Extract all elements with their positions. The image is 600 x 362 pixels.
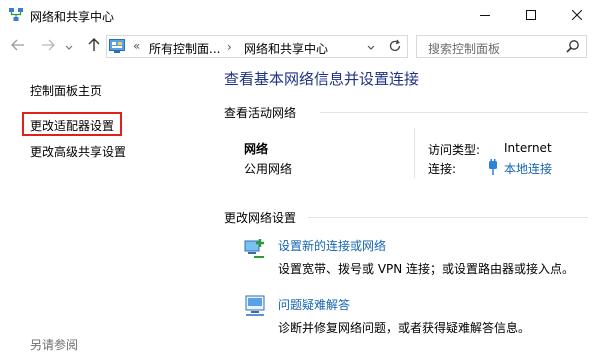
troubleshoot-description: 诊断并修复网络问题，或者获得疑难解答信息。 (278, 321, 531, 335)
breadcrumb-network-center[interactable]: 网络和共享中心 (244, 40, 328, 57)
forward-button[interactable] (38, 37, 58, 57)
network-profile: 公用网络 (244, 162, 293, 176)
address-dropdown-button[interactable] (364, 40, 378, 54)
chevron-down-icon (65, 39, 73, 55)
connections-label: 连接: (428, 162, 457, 176)
troubleshoot-icon (242, 293, 268, 319)
section-divider (320, 112, 588, 113)
see-also-heading: 另请参阅 (30, 338, 79, 352)
refresh-icon (388, 39, 402, 56)
new-connection-icon (242, 235, 268, 261)
back-button[interactable] (8, 37, 28, 57)
back-arrow-icon (11, 39, 25, 55)
vertical-divider (414, 128, 415, 178)
search-icon[interactable] (566, 39, 580, 53)
minimize-button[interactable] (462, 0, 508, 30)
access-type-label: 访问类型: (428, 143, 481, 157)
sidebar-item-change-advanced-sharing[interactable]: 更改高级共享设置 (30, 143, 126, 160)
active-networks-heading: 查看活动网络 (224, 106, 297, 120)
access-type-value: Internet (504, 141, 552, 155)
maximize-button[interactable] (508, 0, 554, 30)
close-button[interactable] (554, 0, 600, 30)
recent-locations-button[interactable] (62, 37, 76, 57)
change-settings-heading: 更改网络设置 (224, 211, 297, 225)
network-center-icon (8, 7, 24, 23)
control-panel-icon (109, 39, 125, 53)
minimize-icon (480, 10, 490, 20)
breadcrumb-separator[interactable]: › (227, 40, 232, 54)
plug-icon (487, 159, 499, 175)
section-divider (308, 217, 588, 218)
page-title: 查看基本网络信息并设置连接 (224, 70, 420, 88)
up-arrow-icon (88, 38, 100, 56)
overflow-chevrons[interactable]: « (133, 39, 140, 53)
sidebar-item-change-adapter-settings[interactable]: 更改适配器设置 (30, 117, 114, 134)
window-title: 网络和共享中心 (30, 10, 115, 24)
close-icon (572, 10, 582, 20)
maximize-icon (526, 10, 536, 20)
network-name: 网络 (244, 142, 269, 156)
chevron-down-icon (367, 40, 375, 54)
breadcrumb-all-control-panel[interactable]: 所有控制面... (149, 40, 220, 57)
forward-arrow-icon (41, 39, 55, 55)
up-button[interactable] (84, 37, 104, 57)
setup-new-connection-link[interactable]: 设置新的连接或网络 (278, 237, 386, 254)
troubleshoot-link[interactable]: 问题疑难解答 (278, 296, 350, 313)
sidebar-item-control-panel-home[interactable]: 控制面板主页 (30, 82, 102, 99)
setup-new-connection-description: 设置宽带、拨号或 VPN 连接；或设置路由器或接入点。 (278, 262, 575, 276)
local-connection-link[interactable]: 本地连接 (504, 160, 552, 177)
search-placeholder[interactable]: 搜索控制面板 (428, 40, 500, 57)
refresh-button[interactable] (385, 37, 405, 57)
